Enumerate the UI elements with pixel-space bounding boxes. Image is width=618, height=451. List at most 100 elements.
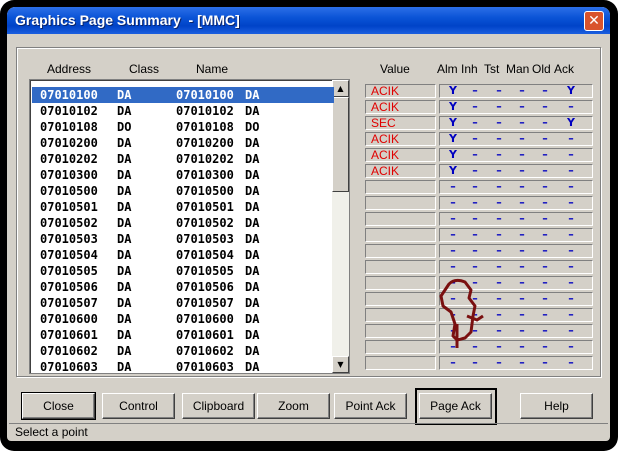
window-title: Graphics Page Summary - [MMC] — [15, 12, 240, 28]
title-bar[interactable]: Graphics Page Summary - [MMC] ✕ — [7, 7, 610, 34]
status-separator — [9, 423, 608, 424]
cell-name: 07010503 — [176, 232, 234, 246]
flags-cell: Y – – – – Y — [439, 116, 593, 130]
cell-address: 07010505 — [40, 264, 98, 278]
flag-man: – — [519, 180, 525, 193]
cell-name: 07010602 — [176, 344, 234, 358]
cell-name: 07010603 — [176, 360, 234, 374]
cell-class: DA — [117, 248, 132, 262]
column-header-inh: Inh — [461, 62, 478, 76]
flag-old: – — [542, 292, 548, 305]
cell-nclass: DA — [245, 152, 260, 166]
flag-old: – — [542, 324, 548, 337]
cell-name: 07010202 — [176, 152, 234, 166]
point-ack-button[interactable]: Point Ack — [334, 393, 407, 419]
value-cell — [365, 180, 436, 194]
flag-ack: Y — [567, 84, 575, 97]
scroll-thumb[interactable] — [332, 97, 349, 192]
arrow-up-icon[interactable]: ▲ — [332, 80, 349, 97]
flag-inh: – — [472, 180, 478, 193]
flag-inh: – — [472, 148, 478, 161]
list-row[interactable]: 07010108 DO 07010108 DO — [32, 119, 334, 135]
column-header-ack: Ack — [554, 62, 575, 76]
cell-address: 07010300 — [40, 168, 98, 182]
list-row[interactable]: 07010603 DA 07010603 DA — [32, 359, 334, 374]
flag-alm: – — [450, 196, 456, 209]
list-row[interactable]: 07010507 DA 07010507 DA — [32, 295, 334, 311]
cell-name: 07010200 — [176, 136, 234, 150]
list-row[interactable]: 07010100 DA 07010100 DA — [32, 87, 334, 103]
value-cell — [365, 244, 436, 258]
clipboard-button[interactable]: Clipboard — [182, 393, 255, 419]
help-button[interactable]: Help — [520, 393, 593, 419]
cell-address: 07010602 — [40, 344, 98, 358]
flag-man: – — [519, 212, 525, 225]
flag-alm: – — [450, 180, 456, 193]
flag-alm: – — [450, 356, 456, 369]
flag-alm: – — [450, 260, 456, 273]
control-button[interactable]: Control — [102, 393, 175, 419]
flags-cell: Y – – – – – — [439, 148, 593, 162]
cell-address: 07010506 — [40, 280, 98, 294]
list-row[interactable]: 07010505 DA 07010505 DA — [32, 263, 334, 279]
value-cell — [365, 196, 436, 210]
value-cell — [365, 308, 436, 322]
list-row[interactable]: 07010300 DA 07010300 DA — [32, 167, 334, 183]
list-row[interactable]: 07010200 DA 07010200 DA — [32, 135, 334, 151]
value-cell: ACIK — [365, 84, 436, 98]
flag-ack: – — [568, 324, 574, 337]
list-row[interactable]: 07010202 DA 07010202 DA — [32, 151, 334, 167]
cell-nclass: DA — [245, 168, 260, 182]
cell-class: DA — [117, 264, 132, 278]
flags-cell: – – – – – – — [439, 244, 593, 258]
column-header-old: Old — [532, 62, 551, 76]
flag-man: – — [519, 260, 525, 273]
cell-address: 07010601 — [40, 328, 98, 342]
flag-tst: – — [496, 308, 502, 321]
arrow-down-icon[interactable]: ▼ — [332, 356, 349, 373]
list-row[interactable]: 07010500 DA 07010500 DA — [32, 183, 334, 199]
list-row[interactable]: 07010504 DA 07010504 DA — [32, 247, 334, 263]
list-row[interactable]: 07010502 DA 07010502 DA — [32, 215, 334, 231]
flag-ack: – — [568, 292, 574, 305]
flag-old: – — [542, 276, 548, 289]
flag-inh: – — [472, 228, 478, 241]
list-row[interactable]: 07010503 DA 07010503 DA — [32, 231, 334, 247]
point-list[interactable]: ▲ ▼ 07010100 DA 07010100 DA 07010102 DA 070101… — [29, 79, 350, 374]
page-ack-button[interactable]: Page Ack — [419, 393, 492, 419]
list-row[interactable]: 07010600 DA 07010600 DA — [32, 311, 334, 327]
cell-name: 07010500 — [176, 184, 234, 198]
cell-class: DA — [117, 104, 132, 118]
window-frame: Graphics Page Summary - [MMC] ✕ Address … — [0, 0, 618, 451]
value-cell — [365, 340, 436, 354]
column-header-class: Class — [129, 62, 160, 76]
flag-inh: – — [472, 84, 478, 97]
flags-cell: – – – – – – — [439, 212, 593, 226]
list-row[interactable]: 07010601 DA 07010601 DA — [32, 327, 334, 343]
zoom-button[interactable]: Zoom — [257, 393, 330, 419]
cell-class: DA — [117, 296, 132, 310]
flag-alm: – — [450, 244, 456, 257]
cell-nclass: DA — [245, 136, 260, 150]
close-icon[interactable]: ✕ — [584, 11, 604, 31]
cell-nclass: DA — [245, 296, 260, 310]
list-row[interactable]: 07010506 DA 07010506 DA — [32, 279, 334, 295]
flag-tst: – — [496, 100, 502, 113]
flag-tst: – — [496, 212, 502, 225]
list-row[interactable]: 07010102 DA 07010102 DA — [32, 103, 334, 119]
flag-ack: Y — [567, 116, 575, 129]
flag-old: – — [542, 180, 548, 193]
list-row[interactable]: 07010602 DA 07010602 DA — [32, 343, 334, 359]
flag-alm: Y — [449, 148, 457, 161]
list-row[interactable]: 07010501 DA 07010501 DA — [32, 199, 334, 215]
cell-class: DA — [117, 280, 132, 294]
flag-old: – — [542, 212, 548, 225]
vertical-scrollbar[interactable]: ▲ ▼ — [332, 80, 349, 373]
close-button[interactable]: Close — [21, 392, 96, 420]
cell-nclass: DA — [245, 88, 260, 102]
flag-man: – — [519, 148, 525, 161]
value-cell — [365, 292, 436, 306]
value-cell — [365, 228, 436, 242]
flag-old: – — [542, 116, 548, 129]
cell-class: DA — [117, 232, 132, 246]
